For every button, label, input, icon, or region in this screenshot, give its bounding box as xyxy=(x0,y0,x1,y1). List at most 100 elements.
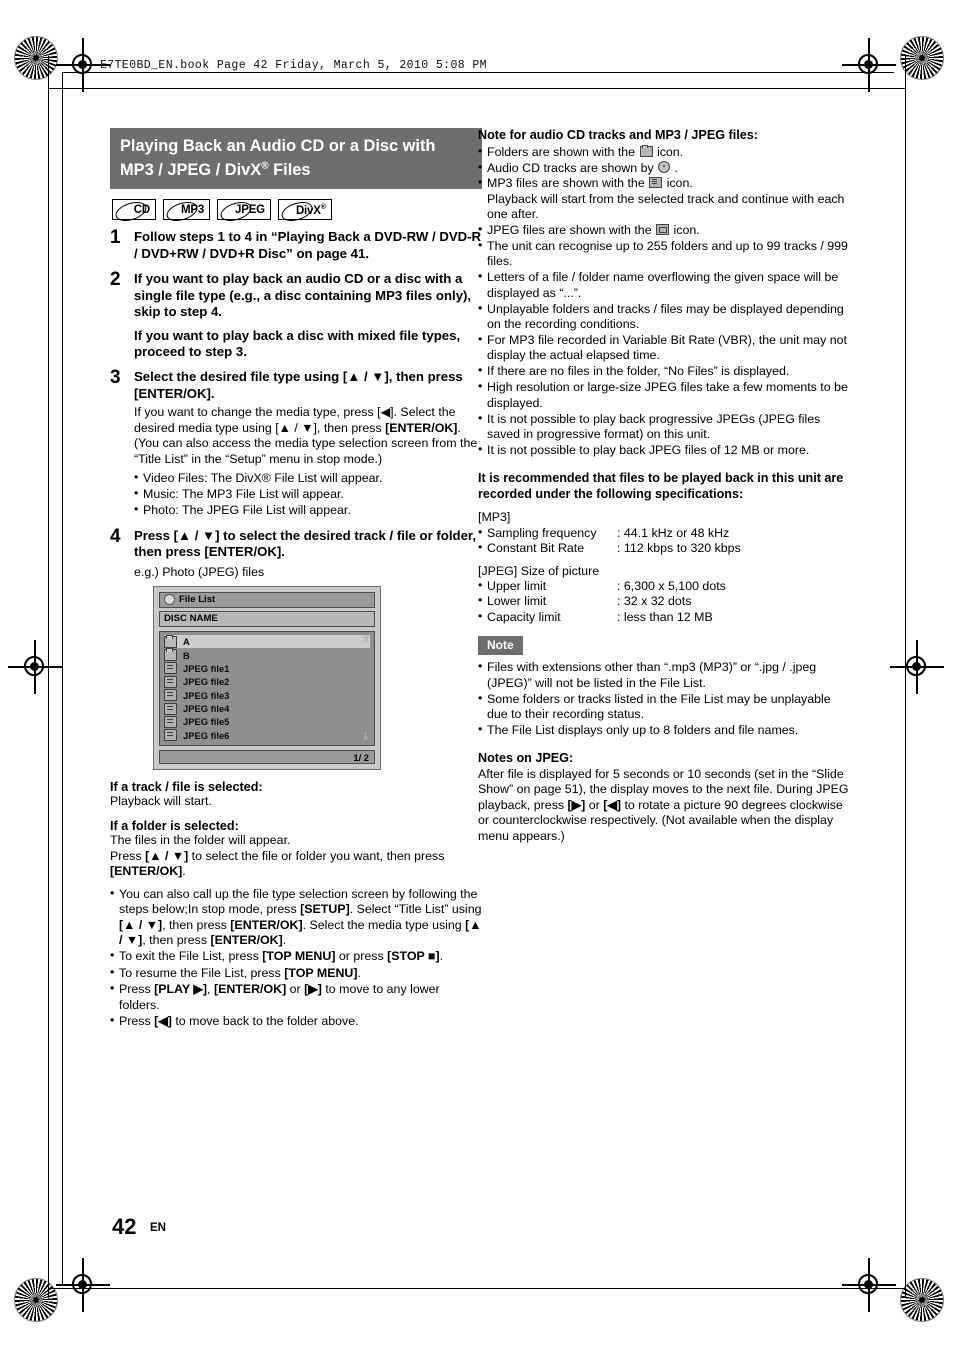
badge-jpeg: JPEG xyxy=(217,198,271,225)
list-item: High resolution or large-size JPEG files… xyxy=(478,379,850,411)
track-selected-heading: If a track / file is selected: xyxy=(110,780,263,795)
file-list-title-bar: File List xyxy=(159,591,375,608)
list-item: Press [◀] to move back to the folder abo… xyxy=(110,1013,482,1029)
list-item[interactable]: JPEG file1 xyxy=(164,662,370,675)
scroll-up-icon[interactable]: ⇧ xyxy=(362,634,370,645)
step-4: 4 Press [▲ / ▼] to select the desired tr… xyxy=(110,527,482,586)
list-item[interactable]: JPEG file5 xyxy=(164,715,370,728)
disc-name: DISC NAME xyxy=(164,613,218,625)
folder-icon xyxy=(164,648,177,662)
list-item[interactable]: JPEG file6 xyxy=(164,729,370,742)
badge-mp3-label: MP3 xyxy=(181,203,205,216)
scroll-down-icon[interactable]: ⇩ xyxy=(362,732,370,743)
spec-group-jpeg-label: [JPEG] Size of picture xyxy=(478,563,600,578)
spec-value: : 32 x 32 dots xyxy=(617,594,692,609)
step-1-number: 1 xyxy=(110,227,121,249)
track-selected-text: Playback will start. xyxy=(110,794,212,809)
right-column: Note for audio CD tracks and MP3 / JPEG … xyxy=(478,128,850,844)
list-item: Photo: The JPEG File List will appear. xyxy=(134,502,482,518)
badge-cd-label: CD xyxy=(133,203,150,216)
note-box-bullets: Files with extensions other than “.mp3 (… xyxy=(478,659,850,738)
file-list-title: File List xyxy=(179,594,216,606)
step-4-text: Press [▲ / ▼] to select the desired trac… xyxy=(134,527,476,560)
list-item: Some folders or tracks listed in the Fil… xyxy=(478,691,850,723)
specifications: [MP3] Sampling frequency : 44.1 kHz or 4… xyxy=(478,510,850,625)
list-item-label: JPEG file2 xyxy=(183,676,230,688)
spec-value: : 44.1 kHz or 48 kHz xyxy=(617,525,730,540)
step-1: 1 Follow steps 1 to 4 in “Playing Back a… xyxy=(110,229,482,262)
list-item-label: JPEG file3 xyxy=(183,689,230,701)
list-item-label: JPEG file5 xyxy=(183,716,230,728)
list-item: Video Files: The DivX® File List will ap… xyxy=(134,469,482,486)
section-title-line1: Playing Back an Audio CD or a Disc with xyxy=(120,137,436,155)
step-3-bullets: Video Files: The DivX® File List will ap… xyxy=(134,469,482,519)
jpeg-file-icon xyxy=(164,662,177,675)
spec-row: Constant Bit Rate : 112 kbps to 320 kbps xyxy=(478,540,850,556)
list-item-label: A xyxy=(183,636,190,648)
list-item: Unplayable folders and tracks / files ma… xyxy=(478,301,850,333)
list-item: JPEG files are shown with the icon. xyxy=(478,222,850,238)
list-item[interactable]: A xyxy=(164,634,370,649)
list-item: Letters of a file / folder name overflow… xyxy=(478,269,850,301)
jpeg-file-icon xyxy=(164,729,177,742)
step-2-text-2: If you want to play back a disc with mix… xyxy=(134,327,461,359)
step-3-body: Select the desired file type using [▲ / … xyxy=(134,369,482,518)
jpeg-file-icon xyxy=(164,702,177,715)
folder-selected-text-2: Press [▲ / ▼] to select the file or fold… xyxy=(110,848,445,879)
note-audio-heading: Note for audio CD tracks and MP3 / JPEG … xyxy=(478,128,758,142)
badge-cd: CD xyxy=(112,198,156,225)
page-number: 42 xyxy=(112,1214,137,1239)
list-item-label: B xyxy=(183,649,190,661)
step-2-text: If you want to play back an audio CD or … xyxy=(134,271,472,320)
list-item: Folders are shown with the icon. xyxy=(478,144,850,160)
step-3-text: Select the desired file type using [▲ / … xyxy=(134,369,463,401)
disc-indicator-icon xyxy=(164,594,175,606)
media-type-badges: CD MP3 JPEG DivX® xyxy=(112,198,482,225)
page-indicator: 1/ 2 xyxy=(353,751,369,763)
spec-group-mp3-label: [MP3] xyxy=(478,510,511,525)
spec-key: Upper limit xyxy=(487,579,547,594)
list-item: Audio CD tracks are shown by . xyxy=(478,159,850,176)
jpeg-notes-text: After file is displayed for 5 seconds or… xyxy=(478,766,849,843)
note-badge: Note xyxy=(478,636,523,656)
list-item[interactable]: JPEG file4 xyxy=(164,702,370,715)
list-item: Music: The MP3 File List will appear. xyxy=(134,486,482,502)
list-item[interactable]: B xyxy=(164,648,370,662)
page-content: Playing Back an Audio CD or a Disc with … xyxy=(0,0,954,1351)
list-item: The unit can recognise up to 255 folders… xyxy=(478,238,850,270)
section-title: Playing Back an Audio CD or a Disc with … xyxy=(110,128,482,190)
list-item: MP3 files are shown with the icon.Playba… xyxy=(478,175,850,222)
step-4-example: e.g.) Photo (JPEG) files xyxy=(134,564,265,579)
step-4-body: Press [▲ / ▼] to select the desired trac… xyxy=(134,528,482,586)
recommendation-heading: It is recommended that files to be playe… xyxy=(478,471,844,501)
folder-icon xyxy=(164,634,177,648)
step-2-body: If you want to play back an audio CD or … xyxy=(134,271,482,360)
list-item[interactable]: JPEG file3 xyxy=(164,689,370,702)
jpeg-file-icon xyxy=(164,715,177,728)
step-3-detail: If you want to change the media type, pr… xyxy=(134,405,478,466)
list-item: You can also call up the file type selec… xyxy=(110,886,482,949)
list-item-label: JPEG file1 xyxy=(183,662,230,674)
spec-key: Sampling frequency xyxy=(487,525,597,540)
spec-row: Lower limit : 32 x 32 dots xyxy=(478,593,850,609)
folder-selected-heading: If a folder is selected: xyxy=(110,819,239,834)
file-list-screen: File List DISC NAME A B JPEG file1 JPEG … xyxy=(153,585,381,771)
spec-row: Upper limit : 6,300 x 5,100 dots xyxy=(478,578,850,594)
badge-divx-label: DivX® xyxy=(295,203,326,217)
list-item: Press [PLAY ▶], [ENTER/OK] or [▶] to mov… xyxy=(110,981,482,1013)
step-2-number: 2 xyxy=(110,269,121,291)
disc-name-bar: DISC NAME xyxy=(159,610,375,627)
jpeg-file-icon xyxy=(164,675,177,688)
step-2: 2 If you want to play back an audio CD o… xyxy=(110,269,482,360)
list-item: Files with extensions other than “.mp3 (… xyxy=(478,659,850,691)
badge-jpeg-label: JPEG xyxy=(235,203,265,216)
list-item: The File List displays only up to 8 fold… xyxy=(478,722,850,738)
list-item: To resume the File List, press [TOP MENU… xyxy=(110,965,482,981)
spec-value: : 6,300 x 5,100 dots xyxy=(617,579,726,594)
spec-value: : 112 kbps to 320 kbps xyxy=(617,541,741,556)
step-1-body: Follow steps 1 to 4 in “Playing Back a D… xyxy=(134,229,482,262)
list-item[interactable]: JPEG file2 xyxy=(164,675,370,688)
step-3-number: 3 xyxy=(110,367,121,389)
list-item: For MP3 file recorded in Variable Bit Ra… xyxy=(478,332,850,364)
spec-key: Capacity limit xyxy=(487,609,561,624)
